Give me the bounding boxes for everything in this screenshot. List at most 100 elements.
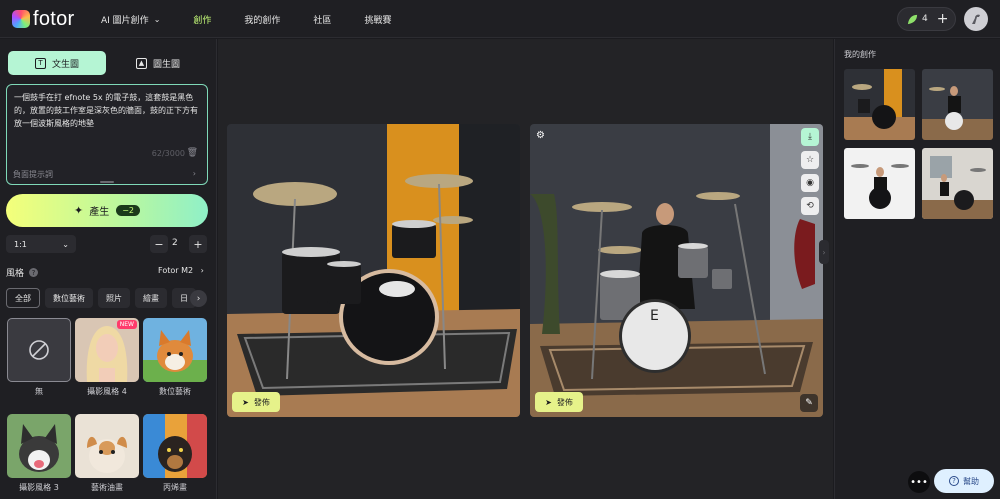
user-avatar[interactable] (964, 7, 988, 31)
style-label: 無 (35, 387, 43, 396)
chip-photo[interactable]: 照片 (98, 288, 130, 308)
style-tile-oil-painting[interactable] (75, 414, 139, 478)
nav-ai-image-creation[interactable]: AI 圖片創作 ⌄ (101, 13, 160, 26)
chevron-right-icon: › (200, 266, 204, 275)
model-select[interactable]: Fotor M2 › (158, 266, 204, 275)
my-creations-panel: 我的創作 (834, 39, 1000, 499)
aspect-ratio-select[interactable]: 1:1 ⌄ (6, 235, 76, 253)
creation-thumb-3[interactable] (844, 148, 915, 219)
style-filter-chips: 全部 數位藝術 照片 繪畫 日 (6, 288, 201, 308)
bird-avatar-icon (972, 14, 980, 24)
send-icon: ➤ (242, 397, 249, 407)
magic-edit-icon[interactable]: ✎ (800, 394, 818, 412)
text-icon: T (34, 57, 46, 69)
publish-label: 發佈 (253, 397, 270, 407)
nav-challenges[interactable]: 挑戰賽 (364, 13, 391, 26)
aspect-ratio-value: 1:1 (14, 239, 27, 249)
negative-prompt-row[interactable]: 負面提示詞 › (6, 169, 208, 180)
creation-thumb-4[interactable] (922, 148, 993, 219)
creation-thumb-image (844, 69, 915, 140)
prompt-text[interactable]: 一個鼓手在打 efnote 5x 的電子鼓，這套鼓是黑色的，放置的鼓工作室是深灰… (14, 91, 204, 130)
style-tile-acrylic[interactable] (143, 414, 207, 478)
brand-name: fotor (33, 8, 75, 30)
drummer-image: E (530, 124, 823, 417)
chip-digital-art[interactable]: 數位藝術 (45, 288, 93, 308)
new-badge: NEW (116, 320, 137, 329)
creation-thumb-2[interactable] (922, 69, 993, 140)
result-image-2[interactable]: E ⚙ ⤓ ☆ ◉ ⟲ ➤ 發佈 ✎ (530, 124, 823, 417)
drum-kit-image (227, 124, 520, 417)
quantity-value: 2 (172, 238, 178, 248)
quantity-increase-button[interactable]: + (189, 235, 207, 253)
no-style-icon (29, 340, 49, 360)
nav-my-creations[interactable]: 我的創作 (244, 13, 280, 26)
tab-text-to-image[interactable]: T 文生圖 (8, 51, 106, 75)
star-icon[interactable]: ☆ (801, 151, 819, 169)
negative-prompt-label: 負面提示詞 (13, 170, 53, 179)
add-credits-button[interactable]: + (937, 12, 949, 26)
tab-image-to-image[interactable]: ▲ 圖生圖 (109, 51, 207, 75)
main-nav: AI 圖片創作 ⌄ 創作 我的創作 社區 挑戰賽 (101, 0, 424, 38)
chip-all[interactable]: 全部 (6, 288, 40, 308)
left-panel: T 文生圖 ▲ 圖生圖 一個鼓手在打 efnote 5x 的電子鼓，這套鼓是黑色… (0, 39, 217, 499)
publish-button[interactable]: ➤ 發佈 (535, 392, 583, 412)
style-thumb-colorful-dog (143, 414, 207, 478)
style-label: 數位藝術 (159, 387, 191, 396)
style-thumb-shiba (143, 318, 207, 382)
generate-button[interactable]: ✦ 產生 −2 (6, 194, 208, 227)
style-label: 攝影風格 4 (87, 387, 127, 396)
nav-create[interactable]: 創作 (193, 13, 211, 26)
leaf-credit-icon (907, 14, 918, 24)
adjust-sliders-icon[interactable]: ⚙ (536, 130, 545, 141)
tab-label: 文生圖 (51, 59, 79, 70)
creation-thumb-1[interactable] (844, 69, 915, 140)
top-bar: fotor AI 圖片創作 ⌄ 創作 我的創作 社區 挑戰賽 4 + (0, 0, 1000, 38)
creation-thumb-image (922, 69, 993, 140)
help-button[interactable]: ? 幫助 (934, 469, 994, 493)
style-thumb-puppy (75, 414, 139, 478)
send-icon: ➤ (545, 397, 552, 407)
tab-label: 圖生圖 (152, 59, 180, 70)
style-tile-digital-art[interactable] (143, 318, 207, 382)
more-options-button[interactable]: ••• (908, 471, 930, 493)
chevron-down-icon: ⌄ (153, 14, 161, 24)
style-label: 丙烯畫 (163, 483, 187, 492)
chevron-down-icon: ⌄ (62, 239, 69, 249)
collapse-panel-handle[interactable]: › (819, 240, 829, 264)
image-icon: ▲ (135, 57, 147, 69)
help-icon[interactable]: ? (29, 268, 39, 277)
generate-cost-badge: −2 (116, 205, 140, 216)
chip-painting[interactable]: 繪畫 (135, 288, 167, 308)
eye-icon[interactable]: ◉ (801, 174, 819, 192)
chevron-right-icon: › (192, 169, 196, 178)
generate-label: 產生 (89, 207, 110, 218)
magic-wand-icon: ✦ (73, 204, 84, 217)
creation-thumb-image (922, 148, 993, 219)
credits-box[interactable]: 4 + (897, 7, 956, 31)
style-tile-none[interactable] (7, 318, 71, 382)
help-icon: ? (949, 476, 959, 486)
resize-handle[interactable] (100, 181, 114, 183)
style-tile-photo-3[interactable] (7, 414, 71, 478)
download-icon[interactable]: ⤓ (801, 128, 819, 146)
result-canvas: ➤ 發佈 E ⚙ ⤓ ☆ ◉ ⟲ ➤ 發佈 ✎ (218, 39, 833, 499)
trash-icon[interactable]: 🗑 (187, 148, 198, 158)
result-image-1[interactable]: ➤ 發佈 (227, 124, 520, 417)
share-icon[interactable]: ⟲ (801, 197, 819, 215)
image-tools: ⤓ ☆ ◉ ⟲ (801, 128, 819, 220)
style-tile-photo-4[interactable]: NEW (75, 318, 139, 382)
style-label: 藝術油畫 (91, 483, 123, 492)
style-thumb-husky (7, 414, 71, 478)
credits-count: 4 (922, 14, 928, 24)
my-creations-title: 我的創作 (844, 50, 876, 59)
fotor-logo[interactable]: fotor (12, 9, 75, 29)
publish-button[interactable]: ➤ 發佈 (232, 392, 280, 412)
nav-community[interactable]: 社區 (313, 13, 331, 26)
quantity-decrease-button[interactable]: − (150, 235, 168, 253)
style-label: 風格 (6, 269, 25, 279)
style-label: 攝影風格 3 (19, 483, 59, 492)
creation-thumb-image (844, 148, 915, 219)
svg-text:E: E (650, 308, 659, 324)
fotor-logo-icon (12, 10, 30, 28)
chevron-right-icon[interactable]: › (190, 290, 207, 307)
